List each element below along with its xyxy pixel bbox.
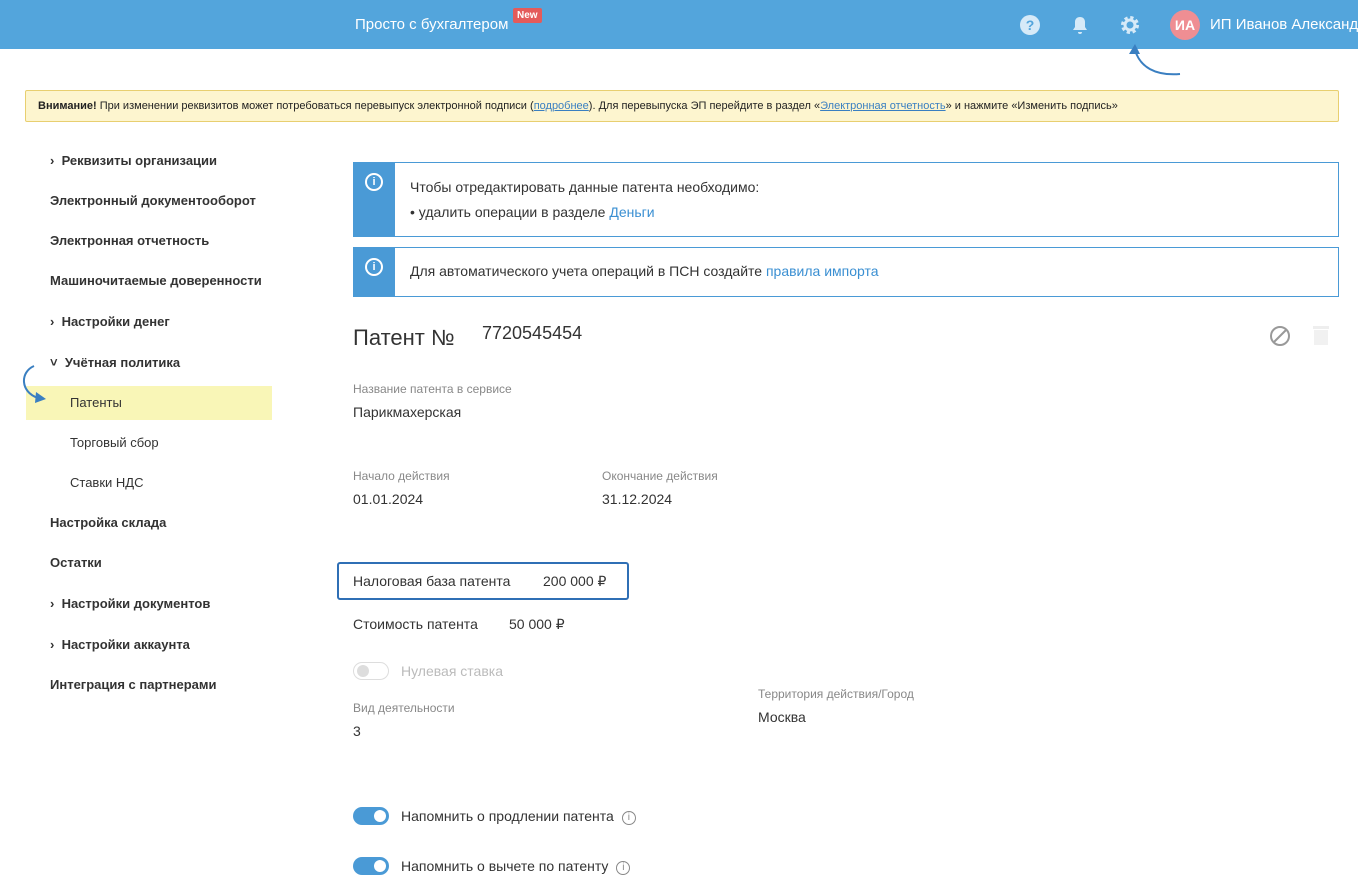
- page-title: Патент №: [353, 325, 455, 350]
- bell-icon[interactable]: [1069, 14, 1091, 36]
- info-icon[interactable]: i: [616, 861, 631, 875]
- arrow-annotation-icon: [1129, 44, 1181, 76]
- sidebar-item-requisites[interactable]: › Реквизиты организации: [50, 153, 217, 168]
- sidebar-item-money[interactable]: › Настройки денег: [50, 314, 170, 329]
- end-label: Окончание действия: [602, 469, 718, 483]
- brand[interactable]: Просто с бухгалтером: [355, 16, 508, 33]
- active-item-bg: [26, 386, 272, 420]
- warning-text: ). Для перевыпуска ЭП перейдите в раздел…: [588, 100, 821, 112]
- sidebar-item-poa[interactable]: Машиночитаемые доверенности: [50, 273, 262, 288]
- user-name[interactable]: ИП Иванов Александ: [1210, 16, 1358, 33]
- remind-deduct-toggle[interactable]: [353, 857, 389, 875]
- sidebar-item-documents[interactable]: › Настройки документов: [50, 596, 210, 611]
- cost-value: 50 000 ₽: [509, 616, 565, 632]
- activity-value: 3: [353, 723, 361, 739]
- sidebar-item-partners[interactable]: Интеграция с партнерами: [50, 677, 216, 692]
- sidebar-item-vat-rates[interactable]: Ставки НДС: [70, 475, 143, 490]
- gear-icon[interactable]: [1119, 14, 1141, 36]
- sidebar-item-edo[interactable]: Электронный документооборот: [50, 193, 256, 208]
- info-import-notice: i Для автоматического учета операций в П…: [353, 247, 1339, 297]
- arrow-annotation-icon: [23, 365, 46, 403]
- new-badge: New: [513, 8, 542, 23]
- info-edit-notice: i Чтобы отредактировать данные патента н…: [353, 162, 1339, 237]
- remind-renew-toggle[interactable]: [353, 807, 389, 825]
- tax-base-value: 200 000 ₽: [543, 573, 607, 589]
- more-link[interactable]: подробнее: [534, 100, 589, 112]
- trash-icon: [1313, 326, 1329, 345]
- import-rules-link[interactable]: правила импорта: [766, 263, 879, 279]
- activity-label: Вид деятельности: [353, 701, 455, 715]
- warning-text: » и нажмите «Изменить подпись»: [945, 100, 1118, 112]
- start-label: Начало действия: [353, 469, 450, 483]
- patent-number: 7720545454: [482, 323, 583, 343]
- sidebar-item-patents[interactable]: Патенты: [70, 395, 122, 410]
- sidebar-item-warehouse[interactable]: Настройка склада: [50, 515, 166, 530]
- info-text: Чтобы отредактировать данные патента нео…: [410, 179, 760, 195]
- zero-rate-toggle[interactable]: [353, 662, 389, 680]
- info-icon: i: [365, 258, 383, 276]
- zero-rate-label: Нулевая ставка: [401, 663, 503, 679]
- remind-deduct-label: Напомнить о вычете по патенту i: [401, 858, 631, 875]
- start-value: 01.01.2024: [353, 491, 424, 507]
- warning-title: Внимание!: [38, 100, 97, 112]
- name-label: Название патента в сервисе: [353, 382, 512, 396]
- territory-label: Территория действия/Город: [758, 687, 914, 701]
- svg-text:?: ?: [1026, 17, 1035, 33]
- cost-label: Стоимость патента: [353, 616, 478, 632]
- block-icon[interactable]: [1269, 325, 1291, 347]
- sidebar-item-accounting-policy[interactable]: ˅ Учётная политика: [50, 355, 180, 370]
- e-reporting-link[interactable]: Электронная отчетность: [820, 100, 945, 112]
- info-text: Для автоматического учета операций в ПСН…: [410, 263, 879, 279]
- avatar[interactable]: ИА: [1170, 10, 1200, 40]
- info-text: • удалить операции в разделе Деньги: [410, 204, 655, 220]
- name-value: Парикмахерская: [353, 404, 462, 420]
- sidebar-item-balances[interactable]: Остатки: [50, 555, 102, 570]
- remind-renew-label: Напомнить о продлении патента i: [401, 808, 636, 825]
- warning-banner: Внимание! При изменении реквизитов может…: [25, 90, 1339, 122]
- territory-value: Москва: [758, 709, 806, 725]
- info-icon: i: [365, 173, 383, 191]
- money-link[interactable]: Деньги: [609, 204, 654, 220]
- info-icon[interactable]: i: [621, 811, 636, 825]
- sidebar-item-e-reporting[interactable]: Электронная отчетность: [50, 233, 209, 248]
- tax-base-label: Налоговая база патента: [353, 573, 511, 589]
- end-value: 31.12.2024: [602, 491, 673, 507]
- sidebar-item-trade-fee[interactable]: Торговый сбор: [70, 435, 159, 450]
- sidebar-item-account[interactable]: › Настройки аккаунта: [50, 637, 190, 652]
- warning-text: При изменении реквизитов может потребова…: [96, 100, 534, 112]
- help-icon[interactable]: ?: [1019, 14, 1041, 36]
